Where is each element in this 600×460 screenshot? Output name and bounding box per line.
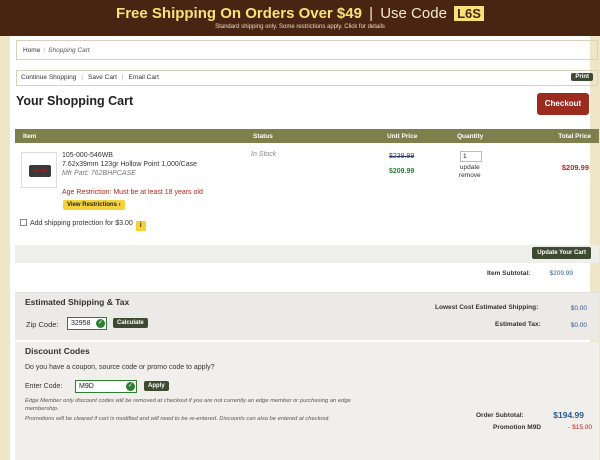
discount-title: Discount Codes xyxy=(25,346,90,356)
cart-page: Home / Shopping Cart Continue Shopping | Sav… xyxy=(10,36,599,460)
shipping-protection: Add shipping protection for $3.00 i xyxy=(20,219,146,231)
cart-actions-bar: Continue Shopping | Save Cart | Email Cart P… xyxy=(16,70,598,86)
quantity-actions: update remove xyxy=(459,164,481,180)
product-image[interactable] xyxy=(21,152,57,188)
item-status: In Stock xyxy=(251,151,277,158)
header-total-price: Total Price xyxy=(558,133,591,140)
discount-code-input[interactable]: M9D ✓ xyxy=(75,380,137,393)
breadcrumb-separator: / xyxy=(43,47,46,54)
zip-code-input[interactable]: 32958 ✓ xyxy=(67,317,107,330)
item-total-price: $209.99 xyxy=(561,163,589,172)
discount-code-value: M9D xyxy=(79,383,94,390)
item-subtotal-label: Item Subtotal: xyxy=(487,270,531,277)
checkout-button[interactable]: Checkout xyxy=(537,93,589,115)
age-restriction: Age Restriction: Must be at least 18 yea… xyxy=(62,189,203,196)
order-subtotal-label: Order Subtotal: xyxy=(476,412,524,419)
edge-member-note: Edge Member only discount codes will be … xyxy=(25,398,351,412)
divider: | xyxy=(121,74,124,81)
order-subtotal-value: $194.99 xyxy=(553,410,584,420)
apply-button[interactable]: Apply xyxy=(144,381,169,391)
cart-item-row: 105-000-546WB 7.62x39mm 123gr Hollow Poi… xyxy=(15,143,599,247)
estimated-tax-label: Estimated Tax: xyxy=(495,321,541,328)
ammo-case-image xyxy=(29,165,51,177)
header-unit-price: Unit Price xyxy=(387,133,418,140)
check-icon: ✓ xyxy=(96,319,105,328)
breadcrumb-current: Shopping Cart xyxy=(48,47,90,54)
check-icon: ✓ xyxy=(126,382,135,391)
promo-banner[interactable]: Free Shipping On Orders Over $49 | Use C… xyxy=(0,0,600,36)
zip-code-label: Zip Code: xyxy=(26,320,59,329)
item-mfr-part: Mfr Part: 762BHPCASE xyxy=(62,170,136,177)
promo-code: L6S xyxy=(454,6,484,21)
enter-code-label: Enter Code: xyxy=(25,383,63,390)
item-description: 105-000-546WB 7.62x39mm 123gr Hollow Poi… xyxy=(62,151,197,178)
discount-question: Do you have a coupon, source code or pro… xyxy=(25,364,215,371)
sale-price: $209.99 xyxy=(389,168,415,175)
save-cart-link[interactable]: Save Cart xyxy=(88,74,117,81)
continue-shopping-link[interactable]: Continue Shopping xyxy=(21,74,76,81)
divider: | xyxy=(81,74,83,81)
promo-headline: Free Shipping On Orders Over $49 xyxy=(116,5,362,22)
update-cart-bar: Update Your Cart xyxy=(15,245,599,263)
page-title: Your Shopping Cart xyxy=(16,94,134,108)
item-sku: 105-000-546WB xyxy=(62,152,113,159)
remove-link[interactable]: remove xyxy=(459,172,481,180)
promo-separator: | xyxy=(369,5,374,22)
shipping-protection-label[interactable]: Add shipping protection for $3.00 xyxy=(30,220,133,227)
breadcrumb-home[interactable]: Home xyxy=(23,47,40,54)
promotion-value: - $15.00 xyxy=(568,424,592,431)
header-quantity: Quantity xyxy=(457,133,484,140)
header-status: Status xyxy=(253,133,273,140)
print-button[interactable]: Print xyxy=(571,73,593,81)
discount-section: Discount Codes Do you have a coupon, sou… xyxy=(15,342,599,460)
promo-subtext[interactable]: Standard shipping only. Some restriction… xyxy=(0,24,600,30)
shipping-tax-title: Estimated Shipping & Tax xyxy=(25,297,130,307)
cart-table-header: Item Status Unit Price Quantity Total Pr… xyxy=(15,129,599,143)
shipping-protection-checkbox[interactable] xyxy=(20,219,27,226)
lowest-shipping-label: Lowest Cost Estimated Shipping: xyxy=(435,304,539,311)
item-subtotal-value: $209.99 xyxy=(549,270,574,277)
shipping-tax-section: Estimated Shipping & Tax Zip Code: 32958… xyxy=(15,292,599,340)
info-icon[interactable]: i xyxy=(135,221,146,231)
lowest-shipping-value: $0.00 xyxy=(570,305,587,312)
list-price: $239.99 xyxy=(389,153,415,160)
promo-code-prefix: Use Code xyxy=(380,5,447,22)
header-item: Item xyxy=(23,133,37,140)
quantity-input[interactable]: 1 xyxy=(460,151,482,162)
promotion-label: Promotion M9D xyxy=(493,424,542,431)
estimated-tax-value: $0.00 xyxy=(570,322,587,329)
email-cart-link[interactable]: Email Cart xyxy=(129,74,159,81)
promo-headline-row: Free Shipping On Orders Over $49 | Use C… xyxy=(0,0,600,23)
calculate-button[interactable]: Calculate xyxy=(113,318,148,328)
breadcrumb: Home / Shopping Cart xyxy=(16,40,598,60)
item-name[interactable]: 7.62x39mm 123gr Hollow Point 1,000/Case xyxy=(62,160,197,169)
promotion-note: Promotions will be cleared if cart is mo… xyxy=(25,416,331,422)
view-restrictions-button[interactable]: View Restrictions › xyxy=(63,200,125,210)
update-cart-button[interactable]: Update Your Cart xyxy=(532,247,591,259)
zip-code-value: 32958 xyxy=(71,320,91,327)
update-link[interactable]: update xyxy=(459,164,481,172)
